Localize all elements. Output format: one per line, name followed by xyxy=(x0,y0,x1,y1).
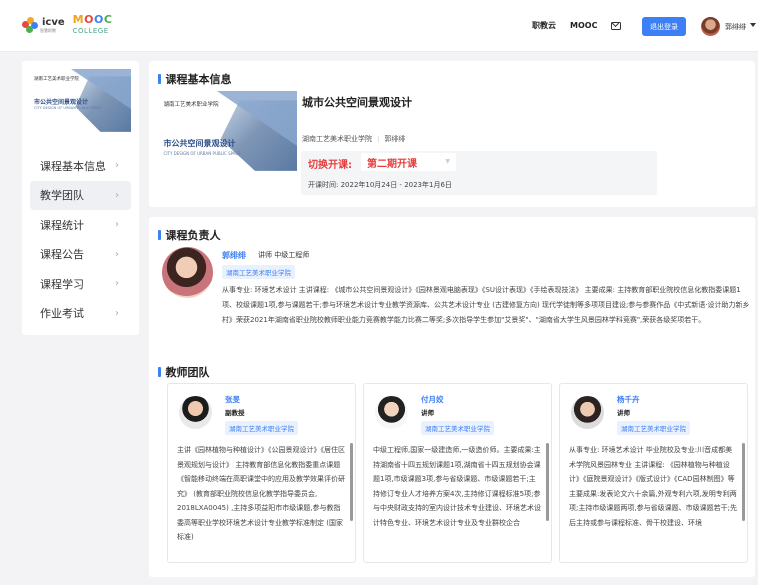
leader-name[interactable]: 郭绯绯 xyxy=(222,250,246,261)
teacher-name[interactable]: 付月姣 xyxy=(421,394,444,405)
cover-title-text: 市公共空间景观设计 xyxy=(163,139,236,148)
teacher-title: 副教授 xyxy=(225,409,245,417)
leader-avatar xyxy=(162,247,213,298)
term-time-text: 开课时间: 2022年10月24日 - 2023年1月6日 xyxy=(308,181,452,189)
leader-school-tag: 湖南工艺美术职业学院 xyxy=(222,265,295,279)
term-select-dropdown[interactable]: 第二期开课 ▼ xyxy=(361,153,456,171)
bio-scrollbar[interactable] xyxy=(742,443,745,521)
teacher-bio: 中级工程师,国家一级建造师,一级造价师。主要成果:主持湖南省十四五规划课题1项,… xyxy=(373,446,541,527)
teacher-name[interactable]: 张旻 xyxy=(225,394,240,405)
teacher-school-tag: 湖南工艺美术职业学院 xyxy=(421,421,494,435)
sidebar-item-announcements[interactable]: 课程公告 › xyxy=(30,240,131,269)
sidebar-item-statistics[interactable]: 课程统计 › xyxy=(30,210,131,239)
sidebar-item-label: 课程学习 xyxy=(40,277,84,291)
top-navigation-bar: icve 智慧职教 MOOC COLLEGE 职教云 MOOC 退出登录 郭绯绯 xyxy=(0,0,758,52)
sidebar-item-basic-info[interactable]: 课程基本信息 › xyxy=(30,151,131,180)
cover-title-text: 市公共空间景观设计 xyxy=(34,99,89,107)
icve-logo-text: icve xyxy=(42,16,65,28)
cover-school-text: 湖南工艺美术职业学院 xyxy=(163,102,219,109)
cover-subtitle-text: CITY DESIGN OF URBAN PUBLIC SPACE xyxy=(34,106,102,110)
chevron-right-icon: › xyxy=(115,248,119,260)
sidebar-item-label: 课程统计 xyxy=(40,218,84,232)
teaching-team-card: 课程负责人 郭绯绯 讲师 中级工程师 湖南工艺美术职业学院 从事专业: 环境艺术… xyxy=(149,217,755,577)
teacher-avatar xyxy=(179,396,212,429)
chevron-right-icon: › xyxy=(115,189,119,201)
teacher-school-tag: 湖南工艺美术职业学院 xyxy=(225,421,298,435)
teacher-title: 讲师 xyxy=(421,409,434,417)
course-cover-image: 湖南工艺美术职业学院 市公共空间景观设计 CITY DESIGN OF URBA… xyxy=(158,91,297,185)
user-menu-caret-icon[interactable] xyxy=(750,23,756,27)
section-title-basic-info: 课程基本信息 xyxy=(158,71,232,87)
teacher-name[interactable]: 杨千卉 xyxy=(617,394,640,405)
nav-link-mooc[interactable]: MOOC xyxy=(570,21,597,30)
chevron-right-icon: › xyxy=(115,278,119,289)
college-logo-text: COLLEGE xyxy=(72,26,109,35)
term-select-value: 第二期开课 xyxy=(367,158,417,170)
teacher-card[interactable]: 张旻 副教授 湖南工艺美术职业学院 主讲《园林植物与种植设计》《公园景观设计》《… xyxy=(167,383,356,563)
cover-subtitle-text: CITY DESIGN OF URBAN PUBLIC SPACE xyxy=(163,151,241,157)
chevron-right-icon: › xyxy=(115,219,119,230)
flower-logo-icon xyxy=(22,17,38,33)
course-basic-info-card: 课程基本信息 湖南工艺美术职业学院 市公共空间景观设计 CITY DESIGN … xyxy=(149,61,755,207)
leader-bio: 从事专业: 环境艺术设计 主讲课程: 《城市公共空间景观设计》《园林景观电脑表现… xyxy=(222,286,750,324)
chevron-down-icon: ▼ xyxy=(445,158,450,165)
section-title-course-leader: 课程负责人 xyxy=(158,227,221,243)
term-switch-label: 切换开课: xyxy=(308,160,352,171)
bio-scrollbar[interactable] xyxy=(350,443,353,521)
term-switch-panel: 切换开课: 第二期开课 ▼ 开课时间: 2022年10月24日 - 2023年1… xyxy=(301,151,657,195)
cover-school-text: 湖南工艺美术职业学院 xyxy=(34,77,80,83)
course-meta: 湖南工艺美术职业学院 | 郭绯绯 xyxy=(302,135,406,143)
mooc-logo-text: MOOC xyxy=(72,12,113,26)
teacher-card[interactable]: 付月姣 讲师 湖南工艺美术职业学院 中级工程师,国家一级建造师,一级造价师。主要… xyxy=(363,383,552,563)
sidebar-item-homework-exams[interactable]: 作业考试 › xyxy=(30,299,131,328)
teacher-bio: 主讲《园林植物与种植设计》《公园景观设计》《居住区景观规划与设计》 主持教育部信… xyxy=(177,446,345,541)
header-links: 职教云 MOOC xyxy=(532,20,622,31)
sidebar-menu: 课程基本信息 › 教学团队 › 课程统计 › 课程公告 › 课程学习 › 作业考… xyxy=(30,151,131,328)
sidebar-item-teaching-team[interactable]: 教学团队 › xyxy=(30,180,131,210)
sidebar-item-label: 作业考试 xyxy=(40,307,84,320)
sidebar-item-label: 教学团队 xyxy=(40,189,84,202)
chevron-right-icon: › xyxy=(115,160,119,171)
message-icon[interactable] xyxy=(611,21,622,30)
nav-link-zhijiaoyun[interactable]: 职教云 xyxy=(532,20,556,31)
teacher-bio: 从事专业: 环境艺术设计 毕业院校及专业:川音成都美术学院风景园林专业 主讲课程… xyxy=(569,446,737,527)
course-title: 城市公共空间景观设计 xyxy=(302,96,412,109)
sidebar-item-label: 课程基本信息 xyxy=(40,159,106,173)
sidebar-item-label: 课程公告 xyxy=(40,248,84,261)
icve-logo-subtext: 智慧职教 xyxy=(40,27,56,33)
teacher-title: 讲师 xyxy=(617,409,630,417)
section-title-teaching-team: 教师团队 xyxy=(158,364,210,380)
chevron-right-icon: › xyxy=(115,307,119,319)
icve-logo: icve 智慧职教 xyxy=(22,17,65,33)
leader-role: 讲师 中级工程师 xyxy=(258,251,310,259)
teacher-avatar xyxy=(375,396,408,429)
teacher-avatar xyxy=(571,396,604,429)
sidebar-item-learning[interactable]: 课程学习 › xyxy=(30,269,131,298)
bio-scrollbar[interactable] xyxy=(546,443,549,521)
teacher-card[interactable]: 杨千卉 讲师 湖南工艺美术职业学院 从事专业: 环境艺术设计 毕业院校及专业:川… xyxy=(559,383,748,563)
course-school: 湖南工艺美术职业学院 xyxy=(302,135,372,143)
sidebar: 湖南工艺美术职业学院 市公共空间景观设计 CITY DESIGN OF URBA… xyxy=(22,61,139,335)
site-logo[interactable]: icve 智慧职教 MOOC COLLEGE xyxy=(22,14,112,36)
mooc-college-logo: MOOC COLLEGE xyxy=(72,12,113,36)
user-avatar[interactable] xyxy=(701,17,720,36)
teacher-school-tag: 湖南工艺美术职业学院 xyxy=(617,421,690,435)
course-cover-thumbnail: 湖南工艺美术职业学院 市公共空间景观设计 CITY DESIGN OF URBA… xyxy=(30,69,131,143)
user-name[interactable]: 郭绯绯 xyxy=(725,22,746,32)
course-teacher: 郭绯绯 xyxy=(384,135,406,143)
logout-button[interactable]: 退出登录 xyxy=(642,17,686,36)
